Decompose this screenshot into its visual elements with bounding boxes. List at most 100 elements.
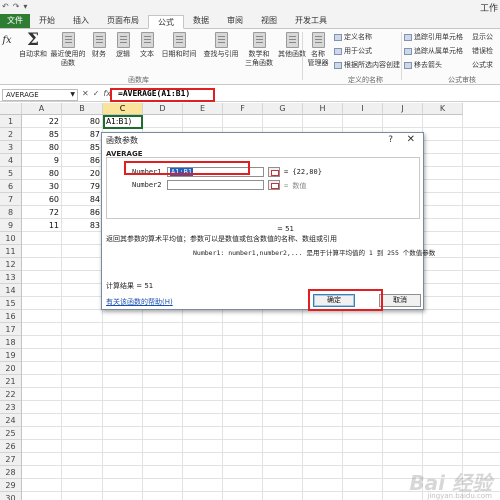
table-cell[interactable]: 11 xyxy=(22,219,62,232)
lookup-reference-button[interactable]: 查找与引用 xyxy=(200,31,242,59)
tab-insert[interactable]: 插入 xyxy=(64,14,98,28)
undo-icon[interactable]: ↶ xyxy=(2,2,9,11)
row-header[interactable]: 27 xyxy=(0,453,22,466)
number2-input[interactable] xyxy=(167,180,264,190)
date-time-button[interactable]: 日期和时间 xyxy=(158,31,200,59)
row-header[interactable]: 20 xyxy=(0,362,22,375)
collapse-dialog-icon[interactable] xyxy=(268,180,280,190)
row-header[interactable]: 25 xyxy=(0,427,22,440)
redo-icon[interactable]: ↷ xyxy=(13,2,20,11)
tab-page-layout[interactable]: 页面布局 xyxy=(98,14,148,28)
insert-function-button[interactable]: fx xyxy=(0,31,14,50)
tab-data[interactable]: 数据 xyxy=(184,14,218,28)
cancel-formula-icon[interactable]: ✕ xyxy=(82,89,89,98)
financial-button[interactable]: 财务 xyxy=(88,31,110,59)
row-header[interactable]: 11 xyxy=(0,245,22,258)
tab-review[interactable]: 审阅 xyxy=(218,14,252,28)
tab-view[interactable]: 视图 xyxy=(252,14,286,28)
chevron-down-icon[interactable]: ▼ xyxy=(70,90,75,100)
column-header[interactable]: H xyxy=(303,103,343,115)
close-icon[interactable]: ✕ xyxy=(407,134,415,145)
table-cell[interactable]: 80 xyxy=(62,115,103,128)
column-header[interactable]: C xyxy=(103,103,143,115)
row-header[interactable]: 23 xyxy=(0,401,22,414)
row-header[interactable]: 10 xyxy=(0,232,22,245)
define-name-button[interactable]: 定义名称 xyxy=(334,32,372,42)
table-cell[interactable]: 80 xyxy=(22,167,62,180)
name-box[interactable]: AVERAGE ▼ xyxy=(2,89,78,101)
active-cell[interactable]: A1:B1) xyxy=(103,115,143,129)
row-header[interactable]: 12 xyxy=(0,258,22,271)
table-cell[interactable]: 86 xyxy=(62,154,103,167)
column-header[interactable]: J xyxy=(383,103,423,115)
row-header[interactable]: 22 xyxy=(0,388,22,401)
row-header[interactable]: 17 xyxy=(0,323,22,336)
formula-input[interactable]: =AVERAGE(A1:B1) xyxy=(118,89,190,98)
row-header[interactable]: 13 xyxy=(0,271,22,284)
table-cell[interactable]: 87 xyxy=(62,128,103,141)
create-from-selection-button[interactable]: 根据所选内容创建 xyxy=(334,60,400,70)
table-cell[interactable]: 72 xyxy=(22,206,62,219)
help-icon[interactable]: ? xyxy=(388,135,393,145)
table-cell[interactable]: 9 xyxy=(22,154,62,167)
table-cell[interactable]: 20 xyxy=(62,167,103,180)
row-header[interactable]: 6 xyxy=(0,180,22,193)
tab-file[interactable]: 文件 xyxy=(0,14,30,28)
enter-formula-icon[interactable]: ✓ xyxy=(93,89,100,98)
row-header[interactable]: 7 xyxy=(0,193,22,206)
column-header[interactable]: I xyxy=(343,103,383,115)
row-header[interactable]: 9 xyxy=(0,219,22,232)
table-cell[interactable]: 22 xyxy=(22,115,62,128)
row-header[interactable]: 4 xyxy=(0,154,22,167)
row-header[interactable]: 29 xyxy=(0,479,22,492)
row-header[interactable]: 28 xyxy=(0,466,22,479)
table-cell[interactable]: 60 xyxy=(22,193,62,206)
table-cell[interactable]: 86 xyxy=(62,206,103,219)
autosum-button[interactable]: Σ 自动求和 xyxy=(16,31,50,59)
function-help-link[interactable]: 有关该函数的帮助(H) xyxy=(106,297,173,307)
row-header[interactable]: 15 xyxy=(0,297,22,310)
logical-button[interactable]: 逻辑 xyxy=(112,31,134,59)
table-cell[interactable]: 84 xyxy=(62,193,103,206)
row-header[interactable]: 21 xyxy=(0,375,22,388)
show-formulas-button[interactable]: 显示公 xyxy=(472,32,493,42)
collapse-dialog-icon[interactable] xyxy=(268,167,280,177)
row-header[interactable]: 19 xyxy=(0,349,22,362)
row-header[interactable]: 14 xyxy=(0,284,22,297)
remove-arrows-button[interactable]: 移去箭头 xyxy=(404,60,442,70)
row-header[interactable]: 24 xyxy=(0,414,22,427)
trace-dependents-button[interactable]: 追踪从属单元格 xyxy=(404,46,463,56)
recent-functions-button[interactable]: 最近使用的 函数 xyxy=(50,31,86,68)
row-header[interactable]: 5 xyxy=(0,167,22,180)
column-header[interactable]: F xyxy=(223,103,263,115)
error-checking-button[interactable]: 错误检 xyxy=(472,46,493,56)
row-header[interactable]: 3 xyxy=(0,141,22,154)
table-cell[interactable]: 83 xyxy=(62,219,103,232)
table-cell[interactable]: 79 xyxy=(62,180,103,193)
trace-precedents-button[interactable]: 追踪引用单元格 xyxy=(404,32,463,42)
row-header[interactable]: 16 xyxy=(0,310,22,323)
tab-formulas[interactable]: 公式 xyxy=(148,15,184,29)
tab-home[interactable]: 开始 xyxy=(30,14,64,28)
table-cell[interactable]: 80 xyxy=(22,141,62,154)
column-header[interactable]: E xyxy=(183,103,223,115)
name-manager-button[interactable]: 名称 管理器 xyxy=(304,31,332,68)
evaluate-formula-button[interactable]: 公式求 xyxy=(472,60,493,70)
row-header[interactable]: 1 xyxy=(0,115,22,128)
row-header[interactable]: 26 xyxy=(0,440,22,453)
math-trig-button[interactable]: 数学和 三角函数 xyxy=(243,31,275,68)
customize-qat-icon[interactable]: ▾ xyxy=(23,2,27,11)
column-header[interactable]: B xyxy=(62,103,103,115)
select-all-corner[interactable] xyxy=(0,103,22,115)
column-header[interactable]: D xyxy=(143,103,183,115)
row-header[interactable]: 2 xyxy=(0,128,22,141)
text-button[interactable]: 文本 xyxy=(136,31,158,59)
column-header[interactable]: A xyxy=(22,103,62,115)
tab-developer[interactable]: 开发工具 xyxy=(286,14,336,28)
use-in-formula-button[interactable]: 用于公式 xyxy=(334,46,372,56)
table-cell[interactable]: 85 xyxy=(22,128,62,141)
table-cell[interactable]: 85 xyxy=(62,141,103,154)
row-header[interactable]: 8 xyxy=(0,206,22,219)
table-cell[interactable]: 30 xyxy=(22,180,62,193)
row-header[interactable]: 30 xyxy=(0,492,22,500)
